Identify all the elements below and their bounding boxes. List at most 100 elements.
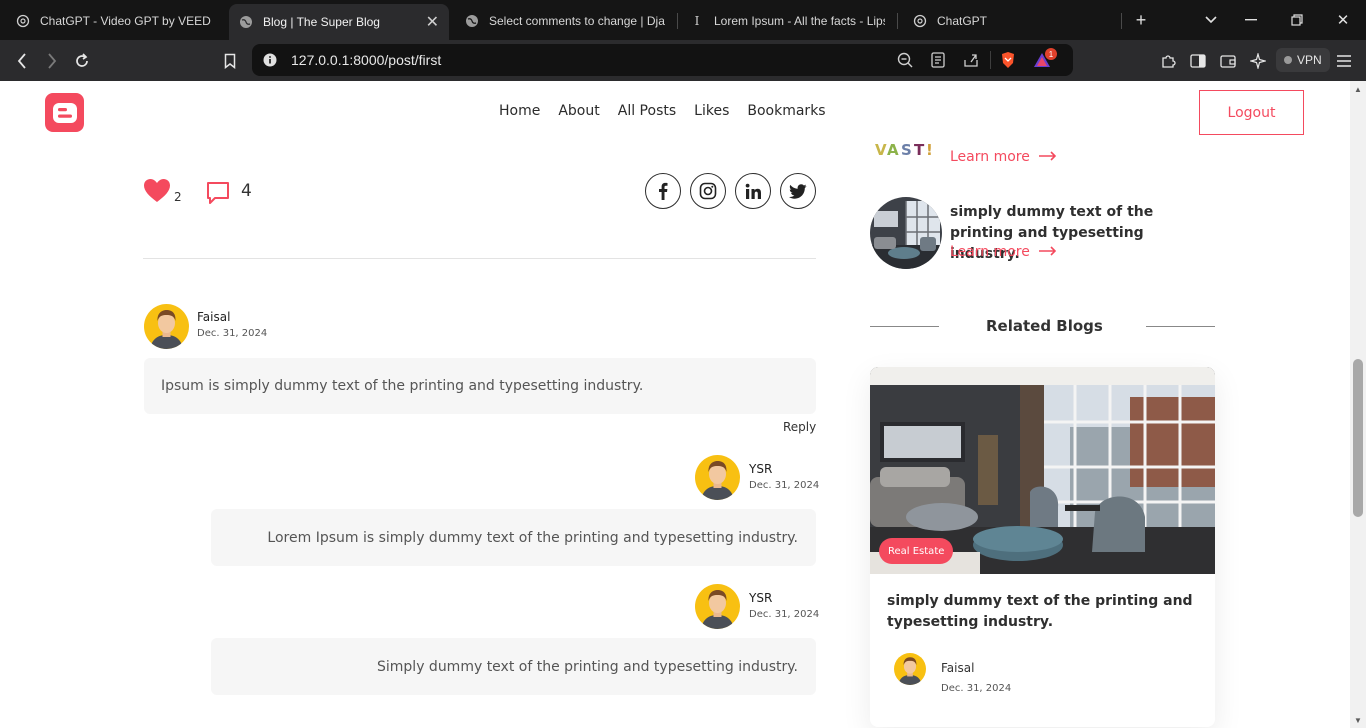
avatar <box>695 584 740 629</box>
comment-author[interactable]: Faisal <box>197 310 230 324</box>
twitter-icon[interactable] <box>780 173 816 209</box>
comment-date: Dec. 31, 2024 <box>749 609 820 620</box>
zoom-out-icon[interactable] <box>895 50 915 70</box>
blogger-logo-icon[interactable] <box>45 93 84 132</box>
learn-more-link[interactable]: Learn more <box>950 149 1057 165</box>
recent-post-thumbnail[interactable] <box>870 197 942 269</box>
avatar <box>695 455 740 500</box>
vpn-status-dot <box>1284 56 1292 64</box>
tab-separator <box>677 13 678 29</box>
logout-button[interactable]: Logout <box>1199 90 1304 135</box>
lipsum-icon: I <box>694 14 700 28</box>
related-blog-card[interactable]: Real Estate simply dummy text of the pri… <box>870 367 1215 727</box>
heading-rule-right <box>1146 326 1215 327</box>
openai-icon <box>913 14 927 28</box>
svg-text:!: ! <box>926 141 933 157</box>
scroll-up-icon[interactable]: ▲ <box>1352 83 1364 95</box>
close-window-button[interactable]: ✕ <box>1329 8 1357 32</box>
vpn-label: VPN <box>1297 53 1322 67</box>
back-arrow-icon[interactable] <box>9 48 35 74</box>
globe-icon <box>239 15 253 29</box>
comment-text: Ipsum is simply dummy text of the printi… <box>161 378 644 394</box>
browser-tab-strip: ChatGPT - Video GPT by VEED Blog | The S… <box>0 0 1366 40</box>
tab-separator <box>1121 13 1122 29</box>
wallet-icon[interactable] <box>1215 48 1241 74</box>
arrow-right-icon <box>1038 149 1057 165</box>
site-info-icon[interactable] <box>260 50 280 70</box>
globe-icon <box>465 14 479 28</box>
like-count: 2 <box>174 190 182 204</box>
omnibox-divider <box>990 51 991 69</box>
vpn-button[interactable]: VPN <box>1276 48 1330 72</box>
heart-icon[interactable] <box>143 178 171 208</box>
avatar <box>144 304 189 349</box>
comment-author[interactable]: YSR <box>749 462 772 476</box>
svg-text:T: T <box>914 141 925 157</box>
comment-date: Dec. 31, 2024 <box>749 480 820 491</box>
heading-rule-left <box>870 326 939 327</box>
reply-link[interactable]: Reply <box>783 420 816 434</box>
bookmark-icon[interactable] <box>217 48 243 74</box>
close-tab-icon[interactable]: ✕ <box>426 12 439 32</box>
tab-title: Blog | The Super Blog <box>263 15 380 29</box>
url-text: 127.0.0.1:8000/post/first <box>291 52 442 68</box>
blog-card-title[interactable]: simply dummy text of the printing and ty… <box>887 591 1197 633</box>
minimize-button[interactable] <box>1237 8 1265 32</box>
comment-icon[interactable] <box>206 181 230 210</box>
extensions-icon[interactable] <box>1155 48 1181 74</box>
nav-likes[interactable]: Likes <box>694 103 729 119</box>
comment-body: Ipsum is simply dummy text of the printi… <box>144 358 816 414</box>
svg-text:A: A <box>887 141 899 157</box>
nav-bookmarks[interactable]: Bookmarks <box>747 103 825 119</box>
instagram-icon[interactable] <box>690 173 726 209</box>
tab-lorem-ipsum[interactable]: I Lorem Ipsum - All the facts - Lips <box>680 6 895 36</box>
blog-card-date: Dec. 31, 2024 <box>941 683 1012 694</box>
tab-django-comments[interactable]: Select comments to change | Dja <box>455 6 677 36</box>
page-content: Home About All Posts Likes Bookmarks Log… <box>0 81 1350 728</box>
category-badge[interactable]: Real Estate <box>879 538 954 564</box>
linkedin-icon[interactable] <box>735 173 771 209</box>
nav-home[interactable]: Home <box>499 103 540 119</box>
tab-blog[interactable]: Blog | The Super Blog ✕ <box>229 4 449 40</box>
comment-author[interactable]: YSR <box>749 591 772 605</box>
svg-text:S: S <box>901 141 912 157</box>
section-divider <box>143 258 816 259</box>
share-icon[interactable] <box>961 50 981 70</box>
tab-title: ChatGPT - Video GPT by VEED <box>40 14 211 28</box>
nav-all-posts[interactable]: All Posts <box>618 103 676 119</box>
learn-more-label: Learn more <box>950 149 1030 165</box>
sidebar-toggle-icon[interactable] <box>1185 48 1211 74</box>
learn-more-label: Learn more <box>950 244 1030 260</box>
brave-shields-icon[interactable] <box>998 50 1018 70</box>
scrollbar-thumb[interactable] <box>1353 359 1363 517</box>
tab-title: Lorem Ipsum - All the facts - Lips <box>714 14 885 28</box>
reader-mode-icon[interactable] <box>928 50 948 70</box>
reload-icon[interactable] <box>69 48 95 74</box>
rewards-badge: 1 <box>1045 48 1057 60</box>
post-stats: 2 4 <box>143 178 263 208</box>
address-bar[interactable]: 127.0.0.1:8000/post/first 1 <box>252 44 1073 76</box>
leo-ai-icon[interactable] <box>1245 48 1271 74</box>
menu-icon[interactable] <box>1331 48 1357 74</box>
blog-card-author[interactable]: Faisal <box>941 661 974 675</box>
tab-title: ChatGPT <box>937 14 988 28</box>
comment-text: Lorem Ipsum is simply dummy text of the … <box>267 529 798 546</box>
browser-toolbar: 127.0.0.1:8000/post/first 1 VPN <box>0 40 1366 81</box>
tab-chatgpt[interactable]: ChatGPT <box>903 6 1113 36</box>
comment-text: Simply dummy text of the printing and ty… <box>377 658 798 675</box>
facebook-icon[interactable] <box>645 173 681 209</box>
scroll-down-icon[interactable]: ▼ <box>1352 714 1364 726</box>
forward-arrow-icon[interactable] <box>39 48 65 74</box>
recent-post-thumbnail[interactable]: V A S T! <box>874 141 940 157</box>
reply-body: Simply dummy text of the printing and ty… <box>211 638 816 695</box>
svg-text:V: V <box>875 141 887 157</box>
tab-separator <box>897 13 898 29</box>
tab-search-chevron-icon[interactable] <box>1197 8 1225 32</box>
nav-about[interactable]: About <box>558 103 599 119</box>
learn-more-link[interactable]: Learn more <box>950 244 1057 260</box>
tab-chatgpt-veed[interactable]: ChatGPT - Video GPT by VEED <box>6 6 228 36</box>
new-tab-button[interactable]: + <box>1127 8 1155 32</box>
comment-date: Dec. 31, 2024 <box>197 328 268 339</box>
restore-button[interactable] <box>1283 8 1311 32</box>
comment-count: 4 <box>241 181 252 201</box>
